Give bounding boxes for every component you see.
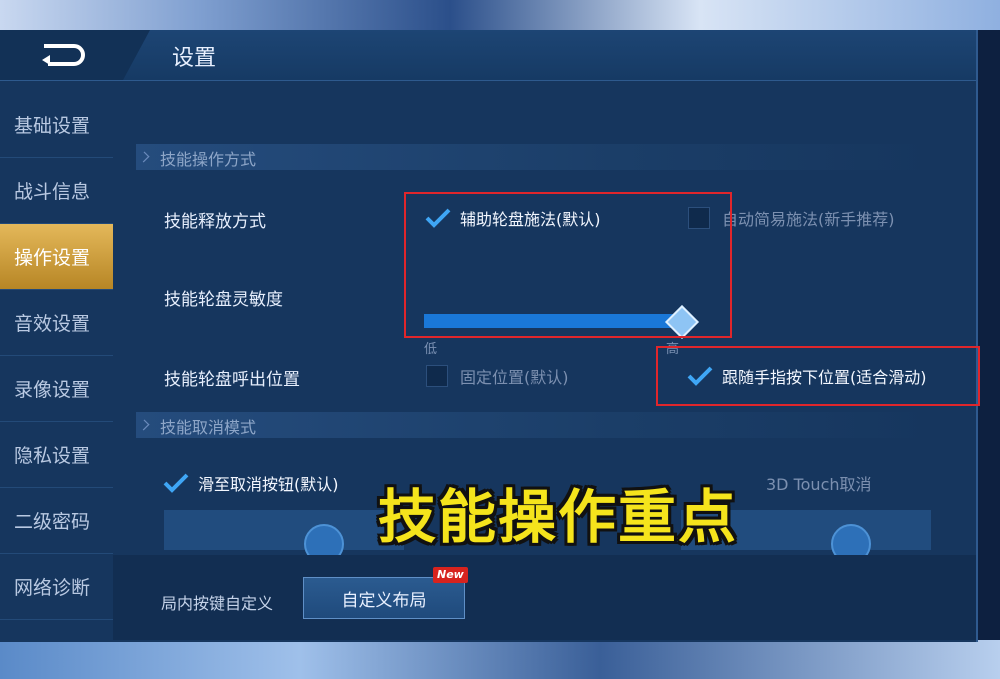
header-bar: 设置: [0, 30, 976, 81]
sidebar-item-audio[interactable]: 音效设置: [0, 290, 113, 356]
new-badge: New: [433, 567, 468, 583]
section-header-skill-mode: 技能操作方式: [136, 144, 936, 170]
sidebar-item-secondary-password[interactable]: 二级密码: [0, 488, 113, 554]
sidebar-item-controls[interactable]: 操作设置: [0, 224, 113, 290]
sensitivity-label: 技能轮盘灵敏度: [164, 290, 283, 310]
custom-layout-button[interactable]: 自定义布局: [303, 577, 465, 619]
sidebar: 基础设置 战斗信息 操作设置 音效设置 录像设置 隐私设置 二级密码 网络诊断: [0, 92, 113, 632]
background-bottom: [0, 640, 1000, 679]
checkbox-unchecked: [426, 365, 448, 387]
sidebar-item-recording[interactable]: 录像设置: [0, 356, 113, 422]
sidebar-item-battle-info[interactable]: 战斗信息: [0, 158, 113, 224]
background-top: [0, 0, 1000, 30]
option-3d-touch-cancel[interactable]: 3D Touch取消: [766, 471, 872, 495]
option-fixed-position[interactable]: 固定位置(默认): [426, 364, 569, 388]
custom-keys-label: 局内按键自定义: [161, 594, 274, 613]
release-mode-label: 技能释放方式: [164, 212, 266, 232]
checkmark-icon: [163, 473, 189, 493]
back-arrow-icon: [42, 44, 85, 66]
highlight-box-wheel-position: [656, 346, 980, 406]
bottom-bar: 局内按键自定义 自定义布局 New: [113, 555, 976, 640]
sidebar-item-privacy[interactable]: 隐私设置: [0, 422, 113, 488]
chevron-icon: [138, 151, 150, 163]
wheel-position-label: 技能轮盘呼出位置: [164, 370, 300, 390]
sidebar-item-network[interactable]: 网络诊断: [0, 554, 113, 620]
highlight-box-release: [404, 192, 732, 338]
cancel-preview-left: [164, 510, 404, 564]
option-slide-to-cancel[interactable]: 滑至取消按钮(默认): [163, 471, 339, 495]
slider-low-label: 低: [424, 342, 438, 357]
page-title: 设置: [172, 46, 217, 71]
back-button[interactable]: [0, 30, 150, 80]
sidebar-item-basic[interactable]: 基础设置: [0, 92, 113, 158]
chevron-icon: [138, 419, 150, 431]
overlay-caption: 技能操作重点: [378, 483, 739, 551]
section-header-skill-cancel: 技能取消模式: [136, 412, 936, 438]
checkbox-checked: [163, 472, 189, 494]
